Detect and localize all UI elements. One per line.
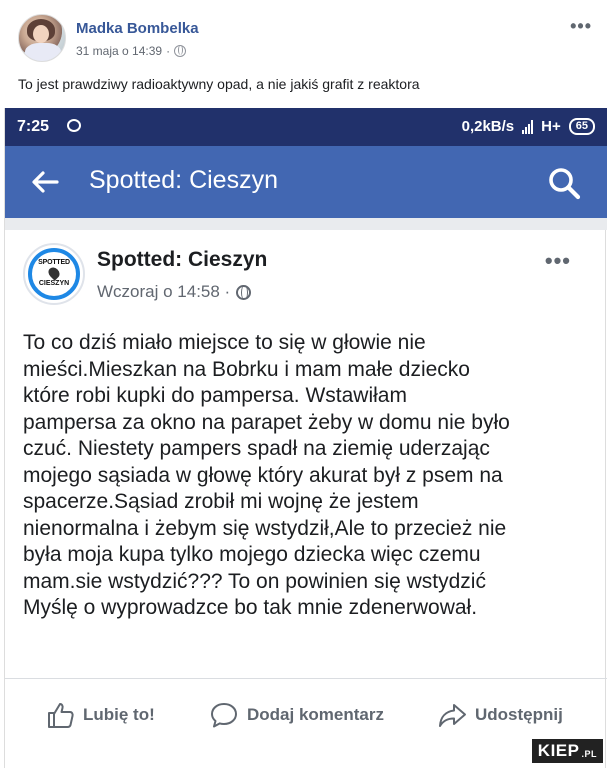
like-button[interactable]: Lubię to! (45, 700, 155, 730)
outer-post-header: Madka Bombelka 31 maja o 14:39 · ••• To … (0, 0, 610, 108)
globe-icon (236, 284, 252, 300)
post-line: spacerze.Sąsiad zrobił mi wojnę że jeste… (23, 490, 419, 513)
phone-screenshot: 7:25 0,2kB/s H+ 65 Spotted: Cieszyn SPOT… (4, 108, 607, 768)
app-bar-title: Spotted: Cieszyn (89, 166, 278, 194)
divider (5, 678, 607, 679)
messenger-icon (67, 119, 81, 132)
arrow-left-icon[interactable] (29, 166, 61, 198)
post-line: To co dziś miało miejsce to się w głowie… (23, 331, 426, 354)
author-avatar[interactable] (18, 14, 66, 62)
ellipsis-icon[interactable]: ••• (570, 16, 592, 37)
divider (5, 218, 607, 230)
post-time[interactable]: Wczoraj o 14:58 · (97, 282, 230, 302)
globe-icon (174, 45, 187, 57)
status-time: 7:25 (17, 118, 50, 135)
post-line: mam.sie wstydzić??? To on powinien się w… (23, 569, 486, 593)
post-line: mieści.Mieszkan na Bobrku i mam małe dzi… (23, 357, 470, 381)
post-line: pampersa za okno na parapet żeby w domu … (23, 410, 510, 434)
comment-label: Dodaj komentarz (247, 705, 384, 724)
page-name[interactable]: Spotted: Cieszyn (97, 248, 267, 272)
post-date[interactable]: 31 maja o 14:39 (76, 44, 162, 58)
network-speed: 0,2kB/s (461, 118, 515, 135)
post-line: nienormalna i żebym się wstydził,Ale to … (23, 516, 507, 540)
post-line: mojego sąsiada w głowę który akurat był … (23, 463, 503, 487)
app-bar: Spotted: Cieszyn (5, 146, 607, 218)
network-type: H+ (541, 118, 561, 135)
post-actions: Lubię to! Dodaj komentarz Udostępnij (5, 694, 607, 734)
battery-icon: 65 (568, 118, 595, 135)
comment-button[interactable]: Dodaj komentarz (209, 700, 384, 730)
post-meta: 31 maja o 14:39 · (76, 44, 187, 58)
share-icon (439, 704, 466, 727)
share-label: Udostępnij (475, 705, 563, 724)
signal-icon (522, 119, 534, 134)
status-bar: 7:25 0,2kB/s H+ 65 (5, 108, 607, 146)
ellipsis-icon[interactable]: ••• (545, 248, 571, 274)
thumbs-up-icon (48, 703, 74, 728)
post-line: czuć. Niestety pampers spadł na ziemię u… (23, 437, 490, 460)
comment-icon (211, 703, 237, 728)
post-line: Myślę o wyprowadzce bo tak mnie zdenerwo… (23, 596, 478, 619)
site-watermark: KIEP .PL (530, 738, 604, 764)
like-label: Lubię to! (83, 705, 155, 724)
post-line: które robi kupki do pampersa. Wstawiłam (23, 384, 407, 407)
status-indicators: 0,2kB/s H+ 65 (462, 118, 595, 135)
page-avatar[interactable]: SPOTTED CIESZYN (23, 243, 85, 305)
post-body: To co dziś miało miejsce to się w głowie… (23, 330, 603, 622)
post-meta: Wczoraj o 14:58 · (97, 282, 252, 302)
author-name[interactable]: Madka Bombelka (76, 20, 199, 37)
search-icon[interactable] (547, 166, 581, 200)
post-line: była moja kupa tylko mojego dziecka więc… (23, 543, 481, 566)
post-caption: To jest prawdziwy radioaktywny opad, a n… (18, 76, 420, 92)
share-button[interactable]: Udostępnij (437, 700, 563, 730)
battery-level: 65 (575, 120, 588, 132)
